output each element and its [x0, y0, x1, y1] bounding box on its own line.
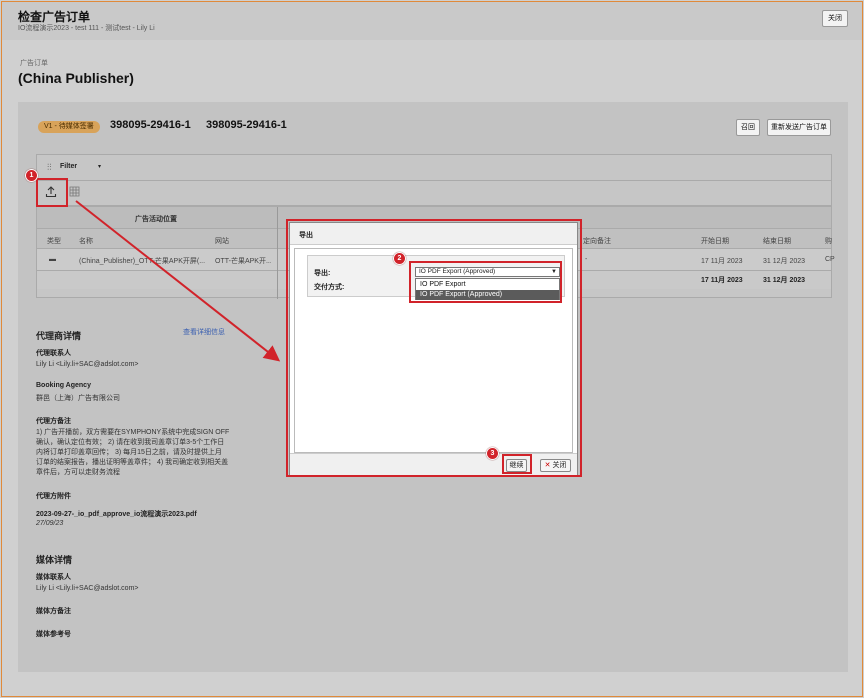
- annotation-arrow: [75, 200, 281, 362]
- annotation-marker: 1: [25, 169, 38, 182]
- annotation-marker: 3: [486, 447, 499, 460]
- annotation-marker: 2: [393, 252, 406, 265]
- app-window: 检查广告订单 IO流程演示2023 - test 111 - 测试test - …: [1, 1, 863, 697]
